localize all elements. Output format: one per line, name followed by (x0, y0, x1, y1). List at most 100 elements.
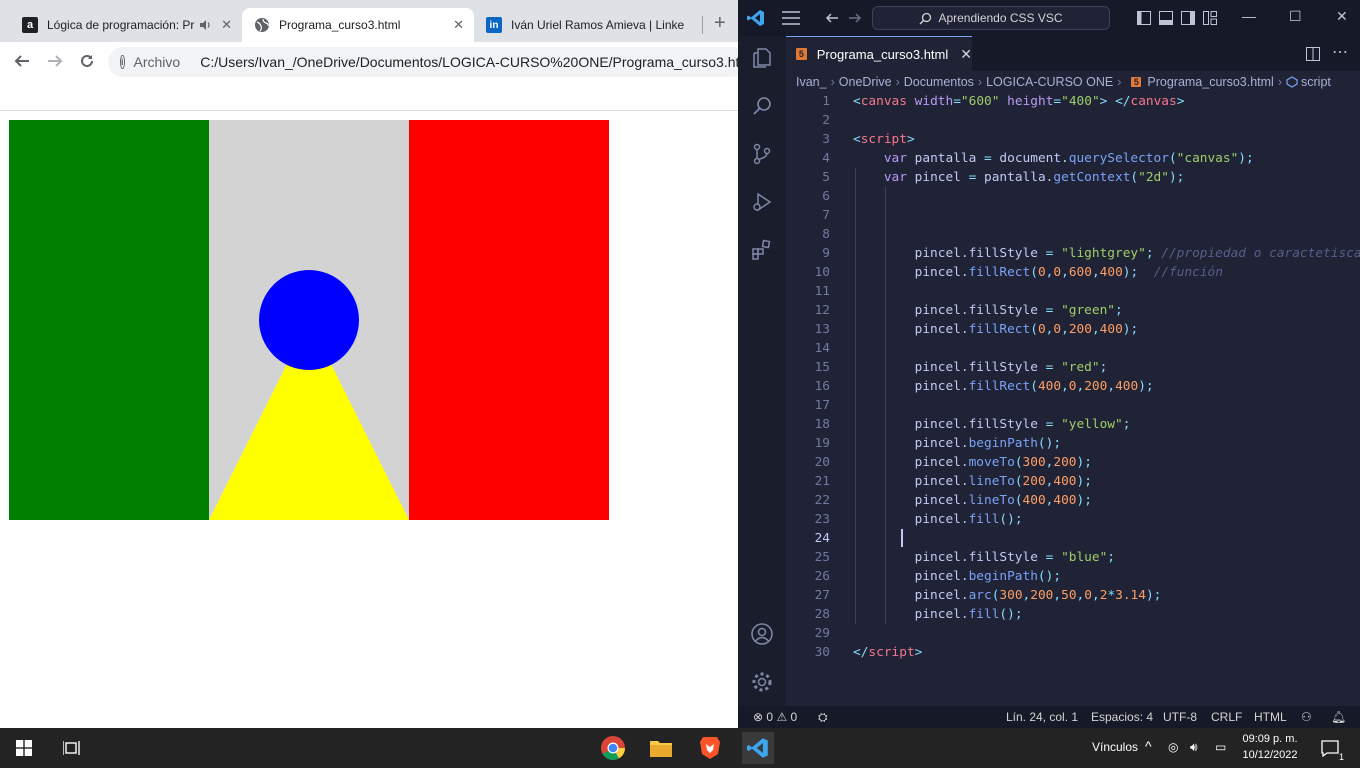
forward-icon[interactable] (45, 51, 65, 71)
code-line[interactable]: 4 var pantalla = document.querySelector(… (786, 149, 1360, 168)
chevron-up-icon[interactable]: ^ (1145, 738, 1152, 754)
links-toolbar[interactable]: Vínculos (1092, 740, 1138, 754)
camera-icon[interactable]: ◎ (1168, 740, 1178, 754)
code-line[interactable]: 3 <script> (786, 130, 1360, 149)
cursor-position[interactable]: Lín. 24, col. 1 (1006, 710, 1078, 724)
source-control-icon[interactable] (748, 140, 776, 168)
code-line[interactable]: 8 (786, 225, 1360, 244)
maximize-icon[interactable]: ☐ (1289, 8, 1302, 25)
tab-close-icon[interactable]: ✕ (221, 17, 232, 33)
eol-status[interactable]: CRLF (1211, 710, 1242, 724)
command-center-search[interactable]: Aprendiendo CSS VSC (872, 6, 1110, 30)
code-editor[interactable]: 30 </script> 29 28 pincel.fill(); 27 pincel.… (786, 92, 1360, 698)
code-token: querySelector (1068, 151, 1169, 166)
audio-icon[interactable] (198, 18, 212, 32)
browser-tab-programa[interactable]: Programa_curso3.html ✕ (242, 8, 474, 42)
code-line[interactable]: 25 pincel.fillStyle = "blue"; (786, 548, 1360, 567)
feedback-icon[interactable]: ⚇ (1301, 710, 1312, 724)
info-icon[interactable]: i (120, 55, 125, 69)
notifications-bell-icon[interactable]: 🔔︎ (1331, 710, 1346, 724)
browser-tab-alura[interactable]: a Lógica de programación: Pr ✕ (10, 8, 242, 42)
minimize-icon[interactable]: — (1242, 8, 1256, 24)
accounts-icon[interactable] (748, 620, 776, 648)
vscode-logo-icon (747, 10, 764, 26)
code-line[interactable]: 7 (786, 206, 1360, 225)
code-line[interactable]: 21 pincel.lineTo(200,400); (786, 472, 1360, 491)
toggle-secondary-sidebar-icon[interactable] (1181, 11, 1195, 25)
breadcrumb-item[interactable]: Ivan_ (796, 75, 827, 89)
code-line[interactable]: 15 pincel.fillStyle = "red"; (786, 358, 1360, 377)
code-line[interactable]: 13 pincel.fillRect(0,0,200,400); (786, 320, 1360, 339)
code-line[interactable]: 22 pincel.lineTo(400,400); (786, 491, 1360, 510)
breadcrumb-item[interactable]: Programa_curso3.html (1147, 75, 1273, 89)
code-line[interactable]: 30 </script> (786, 643, 1360, 662)
nav-back-icon[interactable] (825, 11, 839, 25)
file-explorer-icon[interactable] (645, 732, 677, 764)
back-icon[interactable] (12, 51, 32, 71)
system-clock[interactable]: 09:09 p. m. 10/12/2022 (1240, 731, 1300, 763)
code-line[interactable]: 11 (786, 282, 1360, 301)
code-line[interactable]: 27 pincel.arc(300,200,50,0,2*3.14); (786, 586, 1360, 605)
encoding-status[interactable]: UTF-8 (1163, 710, 1197, 724)
code-line[interactable]: 1 <canvas width="600" height="400"> </can… (786, 92, 1360, 111)
close-window-icon[interactable]: ✕ (1336, 8, 1348, 25)
extensions-icon[interactable] (748, 236, 776, 264)
windows-start-icon[interactable] (8, 732, 40, 764)
chrome-icon[interactable] (597, 732, 629, 764)
language-mode[interactable]: HTML (1254, 710, 1287, 724)
settings-gear-icon[interactable] (748, 668, 776, 696)
breadcrumb-item[interactable]: Documentos (904, 75, 974, 89)
menu-icon[interactable] (782, 11, 800, 25)
breadcrumb-item[interactable]: LOGICA-CURSO ONE (986, 75, 1113, 89)
customize-layout-icon[interactable] (1203, 11, 1217, 25)
toggle-panel-icon[interactable] (1159, 11, 1173, 25)
browser-tab-linkedin[interactable]: in Iván Uriel Ramos Amieva | Linke (474, 8, 702, 42)
reload-icon[interactable] (77, 51, 97, 71)
code-token: ( (1030, 322, 1038, 337)
toggle-sidebar-icon[interactable] (1137, 11, 1151, 25)
remote-icon[interactable]: ⛭ (818, 710, 828, 725)
code-token: pincel.fillStyle (853, 303, 1046, 318)
editor-tab-programa[interactable]: 5 Programa_curso3.html ✕ (786, 36, 972, 71)
task-view-icon[interactable] (56, 732, 88, 764)
code-line[interactable]: 29 (786, 624, 1360, 643)
editor-tab-close-icon[interactable]: ✕ (960, 46, 972, 63)
breadcrumb-item[interactable]: script (1301, 75, 1331, 89)
network-icon[interactable]: ▭ (1215, 740, 1226, 754)
explorer-icon[interactable] (748, 44, 776, 72)
code-line[interactable]: 24 (786, 529, 1360, 548)
code-line[interactable]: 6 (786, 187, 1360, 206)
run-debug-icon[interactable] (748, 188, 776, 216)
volume-icon[interactable]: 🔊︎ (1190, 740, 1198, 755)
brave-icon[interactable] (694, 732, 726, 764)
search-view-icon[interactable] (748, 92, 776, 120)
code-line[interactable]: 10 pincel.fillRect(0,0,600,400); //funci… (786, 263, 1360, 282)
code-line[interactable]: 9 pincel.fillStyle = "lightgrey"; //prop… (786, 244, 1360, 263)
action-center-icon[interactable]: 1 (1314, 732, 1346, 764)
code-line[interactable]: 5 var pincel = pantalla.getContext("2d")… (786, 168, 1360, 187)
code-line[interactable]: 17 (786, 396, 1360, 415)
breadcrumb-item[interactable]: OneDrive (839, 75, 892, 89)
code-line[interactable]: 23 pincel.fill(); (786, 510, 1360, 529)
code-line[interactable]: 20 pincel.moveTo(300,200); (786, 453, 1360, 472)
new-tab-icon[interactable]: + (714, 13, 726, 33)
code-line[interactable]: 18 pincel.fillStyle = "yellow"; (786, 415, 1360, 434)
problems-indicator[interactable]: ⊗ 0 ⚠ 0 (753, 710, 797, 724)
code-line[interactable]: 2 (786, 111, 1360, 130)
code-line[interactable]: 26 pincel.beginPath(); (786, 567, 1360, 586)
tab-close-icon[interactable]: ✕ (453, 17, 464, 33)
split-editor-icon[interactable] (1306, 47, 1320, 61)
code-line[interactable]: 12 pincel.fillStyle = "green"; (786, 301, 1360, 320)
code-line[interactable]: 28 pincel.fill(); (786, 605, 1360, 624)
code-line[interactable]: 19 pincel.beginPath(); (786, 434, 1360, 453)
nav-forward-icon[interactable] (848, 11, 862, 25)
code-token: fill (968, 512, 1000, 527)
address-bar[interactable]: i Archivo C:/Users/Ivan_/OneDrive/Docume… (108, 47, 738, 77)
indentation-status[interactable]: Espacios: 4 (1091, 710, 1153, 724)
vscode-taskbar-icon[interactable] (742, 732, 774, 764)
code-token: (); (999, 512, 1023, 527)
code-line[interactable]: 16 pincel.fillRect(400,0,200,400); (786, 377, 1360, 396)
more-actions-icon[interactable]: ⋯ (1332, 42, 1348, 62)
code-line[interactable]: 14 (786, 339, 1360, 358)
